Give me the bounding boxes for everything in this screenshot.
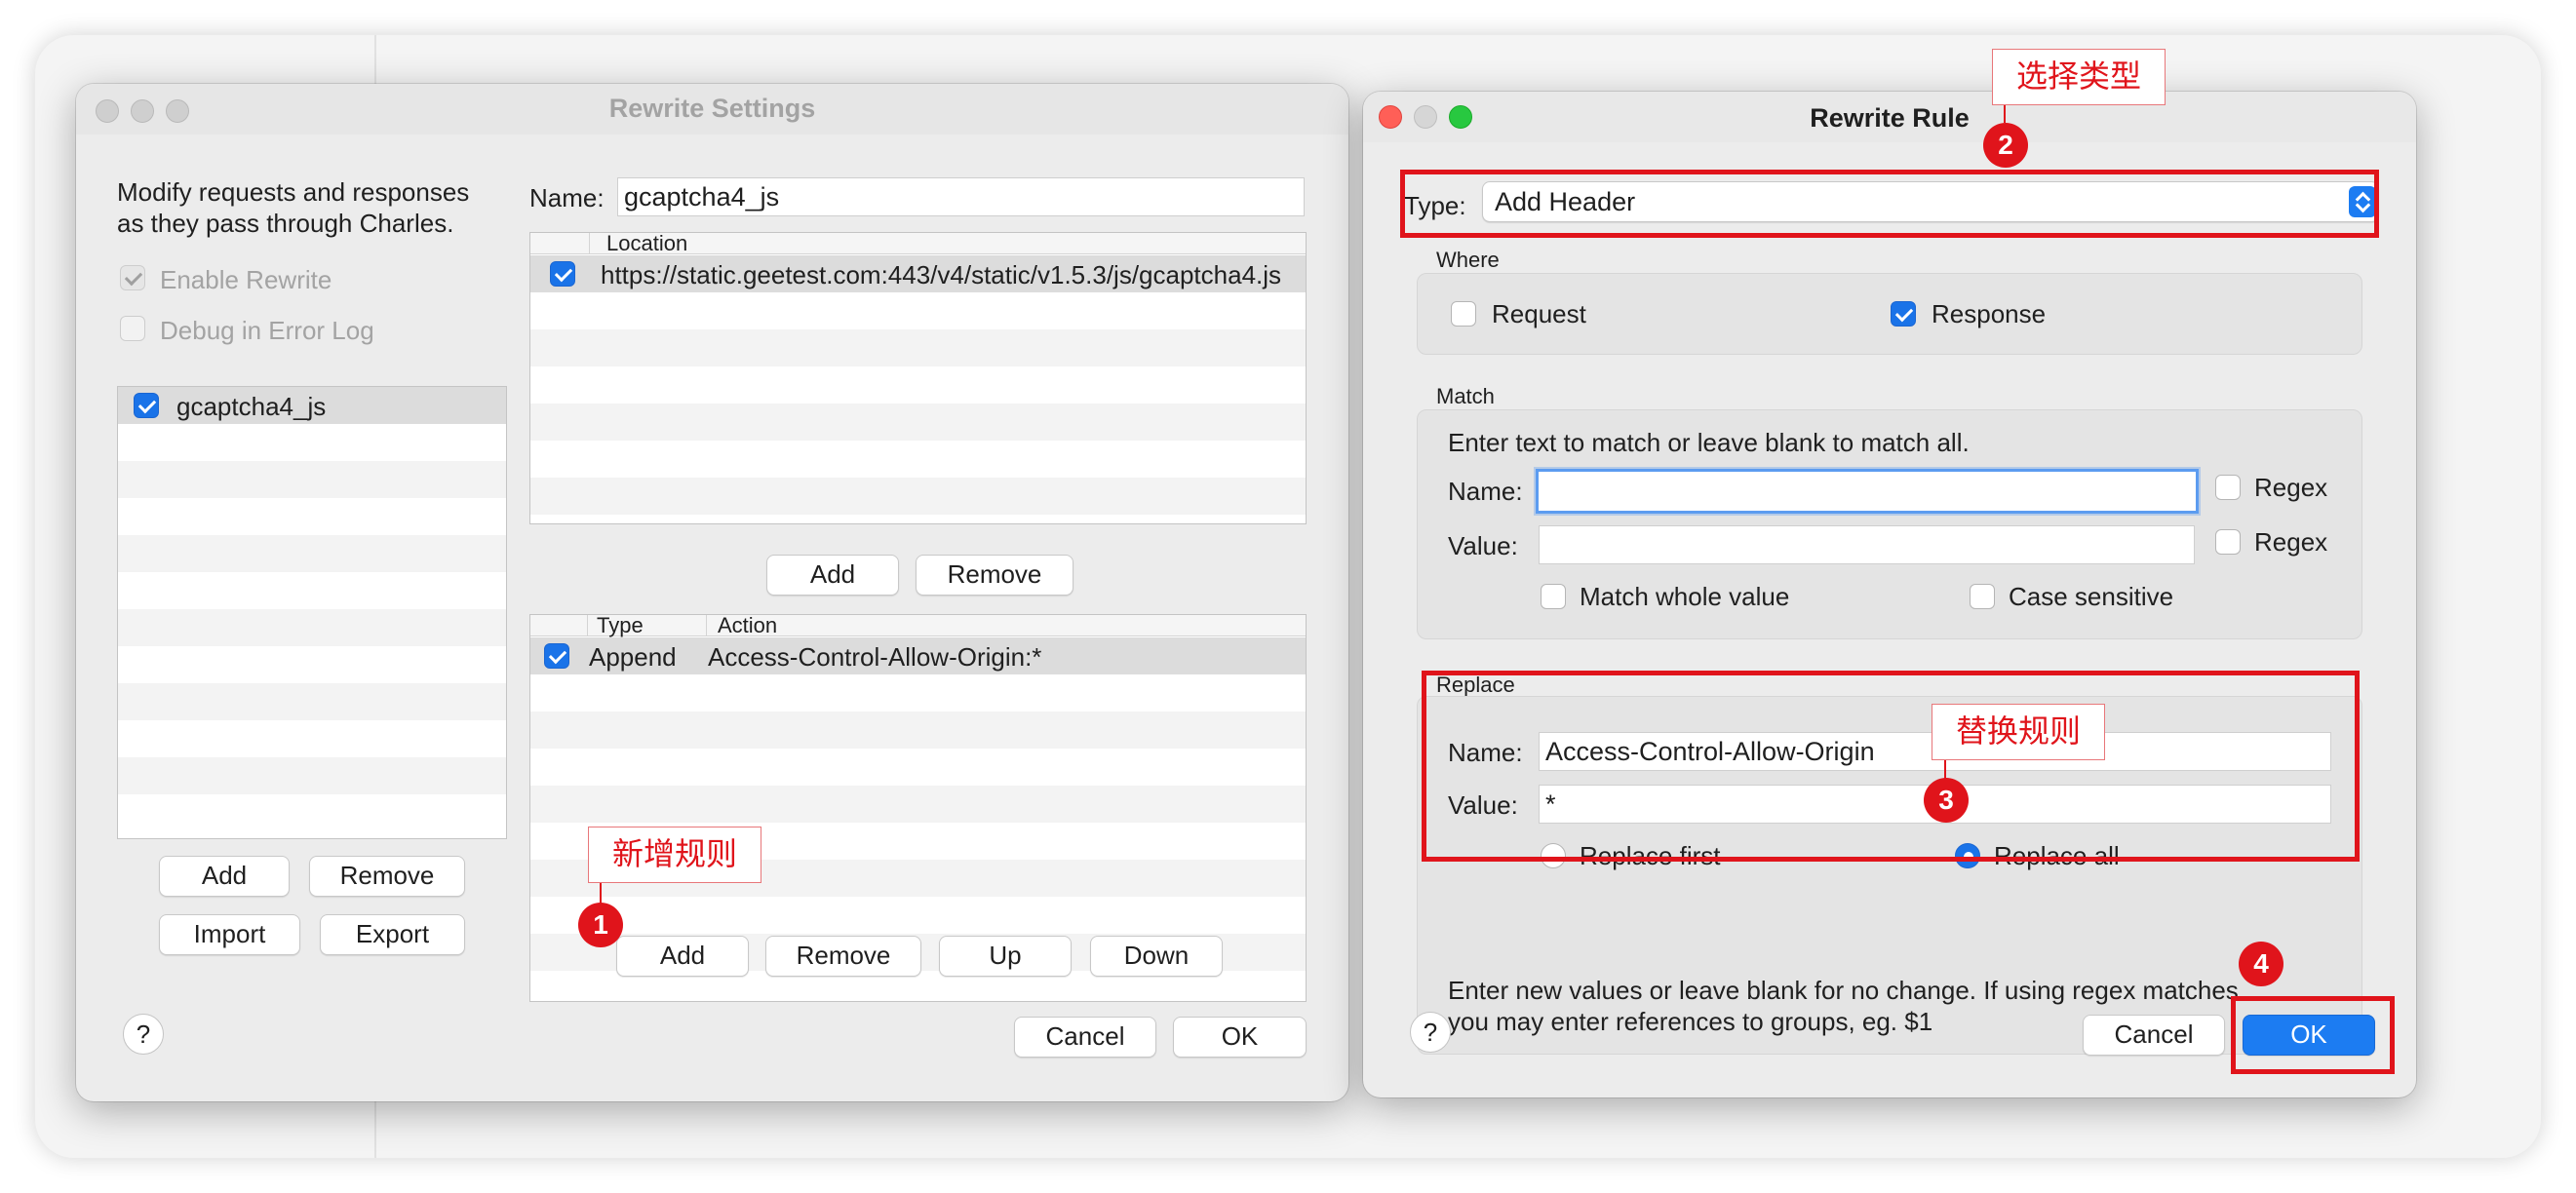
up-rule-button[interactable]: Up xyxy=(939,936,1072,977)
table-row-empty xyxy=(530,786,1306,823)
annotation-badge-2: 2 xyxy=(1983,123,2028,168)
match-group: Enter text to match or leave blank to ma… xyxy=(1417,409,2362,639)
annotation-label-add-rule: 新增规则 xyxy=(588,827,761,883)
match-whole-value-checkbox[interactable] xyxy=(1541,584,1566,609)
debug-checkbox[interactable] xyxy=(120,316,145,341)
export-button[interactable]: Export xyxy=(320,914,465,955)
type-column-header: Type xyxy=(597,614,644,637)
list-row xyxy=(118,683,506,720)
rules-header: Type Action xyxy=(530,615,1306,636)
header-separator xyxy=(589,233,590,254)
remove-location-button[interactable]: Remove xyxy=(916,555,1073,596)
annotation-connector xyxy=(2004,105,2006,123)
table-row[interactable]: Append Access-Control-Allow-Origin:* xyxy=(530,637,1306,674)
match-value-label: Value: xyxy=(1448,531,1518,560)
locations-header: Location xyxy=(530,233,1306,254)
enable-rewrite-label: Enable Rewrite xyxy=(160,265,332,294)
annotation-box-ok xyxy=(2231,996,2395,1074)
where-group-label: Where xyxy=(1436,248,1500,272)
window-title: Rewrite Rule xyxy=(1810,103,1970,133)
case-sensitive-label: Case sensitive xyxy=(2009,582,2174,611)
request-label: Request xyxy=(1492,299,1586,328)
rewrite-settings-window: Rewrite Settings Modify requests and res… xyxy=(76,84,1348,1101)
locations-table[interactable]: Location https://static.geetest.com:443/… xyxy=(529,232,1307,524)
cancel-button[interactable]: Cancel xyxy=(2083,1015,2225,1056)
list-row xyxy=(118,461,506,498)
list-row xyxy=(118,609,506,646)
rule-type: Append xyxy=(589,642,677,672)
response-checbox[interactable] xyxy=(1891,301,1916,327)
case-sensitive-checkbox[interactable] xyxy=(1970,584,1995,609)
annotation-connector xyxy=(600,883,602,904)
remove-rule-button[interactable]: Remove xyxy=(765,936,921,977)
titlebar: Rewrite Settings xyxy=(76,84,1348,135)
rule-action: Access-Control-Allow-Origin:* xyxy=(708,642,1042,672)
cancel-button[interactable]: Cancel xyxy=(1014,1017,1156,1058)
match-value-input[interactable] xyxy=(1539,525,2195,564)
match-name-input[interactable] xyxy=(1536,469,2199,514)
header-separator xyxy=(587,615,588,636)
help-button[interactable]: ? xyxy=(123,1014,164,1055)
list-item[interactable]: gcaptcha4_js xyxy=(118,387,506,424)
action-column-header: Action xyxy=(718,614,778,637)
response-label: Response xyxy=(1932,299,2047,328)
table-row-empty xyxy=(530,478,1306,515)
annotation-badge-3: 3 xyxy=(1924,778,1969,823)
debug-label: Debug in Error Log xyxy=(160,316,374,345)
window-title: Rewrite Settings xyxy=(608,94,816,123)
list-row xyxy=(118,757,506,794)
annotation-label-select-type: 选择类型 xyxy=(1992,49,2166,105)
ok-button[interactable]: OK xyxy=(1173,1017,1307,1058)
match-name-regex-label: Regex xyxy=(2254,473,2328,502)
match-value-regex-label: Regex xyxy=(2254,527,2328,557)
name-label: Name: xyxy=(529,183,605,212)
table-row-empty xyxy=(530,712,1306,749)
match-name-regex-checkbox[interactable] xyxy=(2215,475,2241,500)
rule-enabled-checkbox[interactable] xyxy=(544,643,569,669)
location-enabled-checkbox[interactable] xyxy=(550,261,575,287)
enable-rewrite-checkbox[interactable] xyxy=(120,265,145,290)
annotation-badge-1: 1 xyxy=(578,903,623,947)
set-name-field[interactable]: gcaptcha4_js xyxy=(617,177,1305,216)
where-group: Request Response xyxy=(1417,273,2362,355)
add-rule-button[interactable]: Add xyxy=(616,936,749,977)
rewrite-sets-list[interactable]: gcaptcha4_js xyxy=(117,386,507,839)
set-name: gcaptcha4_js xyxy=(176,392,327,421)
replace-hint: Enter new values or leave blank for no c… xyxy=(1448,976,2239,1005)
location-url: https://static.geetest.com:443/v4/static… xyxy=(601,260,1282,289)
match-group-label: Match xyxy=(1436,384,1495,408)
help-button[interactable]: ? xyxy=(1410,1012,1451,1053)
match-whole-value-label: Match whole value xyxy=(1580,582,1790,611)
annotation-box-type xyxy=(1400,170,2379,238)
add-location-button[interactable]: Add xyxy=(766,555,899,596)
location-column-header: Location xyxy=(606,232,688,255)
match-value-regex-checkbox[interactable] xyxy=(2215,529,2241,555)
description: Modify requests and responses xyxy=(117,177,470,207)
table-row-empty xyxy=(530,404,1306,441)
import-button[interactable]: Import xyxy=(159,914,300,955)
match-hint: Enter text to match or leave blank to ma… xyxy=(1448,428,1970,457)
down-rule-button[interactable]: Down xyxy=(1090,936,1223,977)
header-separator xyxy=(706,615,707,636)
annotation-label-replace-rule: 替换规则 xyxy=(1932,704,2105,760)
set-enabled-checkbox[interactable] xyxy=(134,393,159,418)
annotation-box-replace xyxy=(1422,671,2360,862)
replace-hint-line2: you may enter references to groups, eg. … xyxy=(1448,1007,1933,1036)
request-checkbox[interactable] xyxy=(1451,301,1476,327)
add-set-button[interactable]: Add xyxy=(159,856,290,897)
remove-set-button[interactable]: Remove xyxy=(309,856,465,897)
table-row-empty xyxy=(530,329,1306,366)
list-row xyxy=(118,535,506,572)
titlebar: Rewrite Rule xyxy=(1363,92,2416,142)
description-line2: as they pass through Charles. xyxy=(117,209,454,238)
annotation-badge-4: 4 xyxy=(2239,942,2283,986)
annotation-connector xyxy=(1944,760,1946,780)
table-row[interactable]: https://static.geetest.com:443/v4/static… xyxy=(530,255,1306,292)
match-name-label: Name: xyxy=(1448,477,1523,506)
